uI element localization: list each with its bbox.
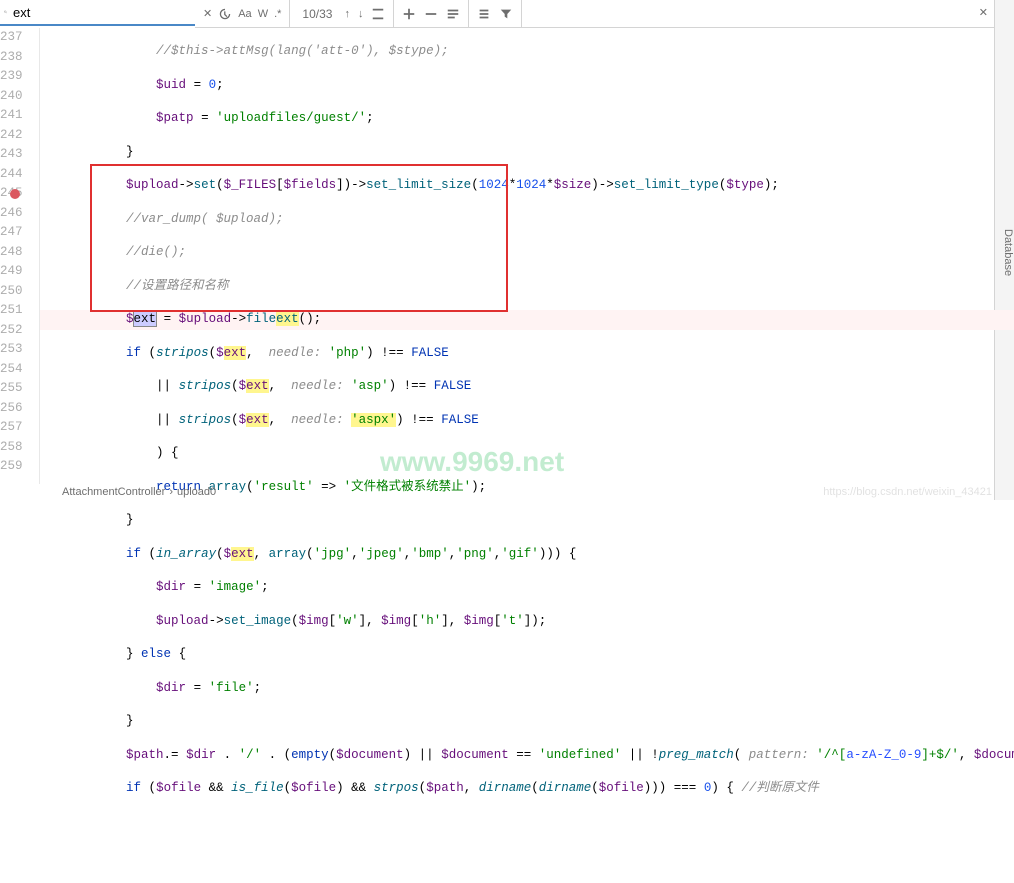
- line-number: 249: [0, 262, 23, 282]
- line-number: 254: [0, 360, 23, 380]
- code-line: $dir = 'image';: [40, 578, 1014, 598]
- line-number: 252: [0, 321, 23, 341]
- line-number: 259: [0, 457, 23, 477]
- code-area[interactable]: //$this->attMsg(lang('att-0'), $stype); …: [40, 28, 1014, 484]
- code-line: $ext = $upload->fileext();: [40, 310, 1014, 330]
- remove-selection-icon[interactable]: [424, 7, 438, 21]
- line-number: 245: [0, 184, 23, 204]
- select-all-icon[interactable]: [371, 7, 385, 21]
- code-line: if ($ofile && is_file($ofile) && strpos(…: [40, 779, 1014, 799]
- line-number: 257: [0, 418, 23, 438]
- case-toggle[interactable]: Aa: [238, 8, 251, 20]
- code-line: $upload->set($_FILES[$fields])->set_limi…: [40, 176, 1014, 196]
- find-toolbar: ✕ Aa W .* 10/33 ↑ ↓ ✕: [195, 0, 994, 28]
- code-line: || stripos($ext, needle: 'aspx') !== FAL…: [40, 411, 1014, 431]
- regex-toggle[interactable]: .*: [274, 8, 281, 20]
- code-line: //$this->attMsg(lang('att-0'), $stype);: [40, 42, 1014, 62]
- gutter: 237 238 239 240 241 242 243 244 245 246 …: [0, 28, 40, 484]
- line-number: 240: [0, 87, 23, 107]
- line-number: 239: [0, 67, 23, 87]
- code-line: }: [40, 143, 1014, 163]
- code-line: ) {: [40, 444, 1014, 464]
- add-selection-icon[interactable]: [402, 7, 416, 21]
- code-line: $upload->set_image($img['w'], $img['h'],…: [40, 612, 1014, 632]
- code-line: if (in_array($ext, array('jpg','jpeg','b…: [40, 545, 1014, 565]
- search-icon: [4, 4, 7, 20]
- match-counter: 10/33: [298, 7, 336, 21]
- search-bar: [0, 0, 195, 26]
- breadcrumb[interactable]: AttachmentController › upload0: [58, 484, 216, 500]
- code-line: } else {: [40, 645, 1014, 665]
- prev-match-icon[interactable]: ↑: [344, 8, 350, 20]
- close-icon[interactable]: ✕: [979, 6, 988, 19]
- code-line: || stripos($ext, needle: 'asp') !== FALS…: [40, 377, 1014, 397]
- word-toggle[interactable]: W: [258, 8, 268, 20]
- line-number: 251: [0, 301, 23, 321]
- line-number: 247: [0, 223, 23, 243]
- clear-icon[interactable]: ✕: [203, 7, 212, 20]
- line-number: 242: [0, 126, 23, 146]
- code-line: $patp = 'uploadfiles/guest/';: [40, 109, 1014, 129]
- code-line: if (stripos($ext, needle: 'php') !== FAL…: [40, 344, 1014, 364]
- code-line: //设置路径和名称: [40, 277, 1014, 297]
- line-number: 250: [0, 282, 23, 302]
- code-line: //var_dump( $upload);: [40, 210, 1014, 230]
- code-line: }: [40, 712, 1014, 732]
- code-line: $dir = 'file';: [40, 679, 1014, 699]
- next-match-icon[interactable]: ↓: [358, 8, 364, 20]
- line-number: 241: [0, 106, 23, 126]
- line-number: 255: [0, 379, 23, 399]
- code-line: //die();: [40, 243, 1014, 263]
- breadcrumb-item[interactable]: upload0: [177, 486, 216, 498]
- line-number: 253: [0, 340, 23, 360]
- filter-icon[interactable]: [499, 7, 513, 21]
- search-input[interactable]: [11, 3, 191, 22]
- breakpoint-icon[interactable]: [10, 189, 20, 199]
- line-number: 243: [0, 145, 23, 165]
- breadcrumb-item[interactable]: AttachmentController: [62, 486, 165, 498]
- select-occurrences-icon[interactable]: [446, 7, 460, 21]
- line-number: 237: [0, 28, 23, 48]
- line-number: 246: [0, 204, 23, 224]
- settings-icon[interactable]: [477, 7, 491, 21]
- line-number: 248: [0, 243, 23, 263]
- line-number: 238: [0, 48, 23, 68]
- chevron-right-icon: ›: [169, 486, 173, 498]
- history-icon[interactable]: [218, 7, 232, 21]
- code-line: }: [40, 511, 1014, 531]
- editor: 237 238 239 240 241 242 243 244 245 246 …: [0, 28, 994, 484]
- line-number: 244: [0, 165, 23, 185]
- code-line: $uid = 0;: [40, 76, 1014, 96]
- line-number: 258: [0, 438, 23, 458]
- line-number: 256: [0, 399, 23, 419]
- code-line: $path.= $dir . '/' . (empty($document) |…: [40, 746, 1014, 766]
